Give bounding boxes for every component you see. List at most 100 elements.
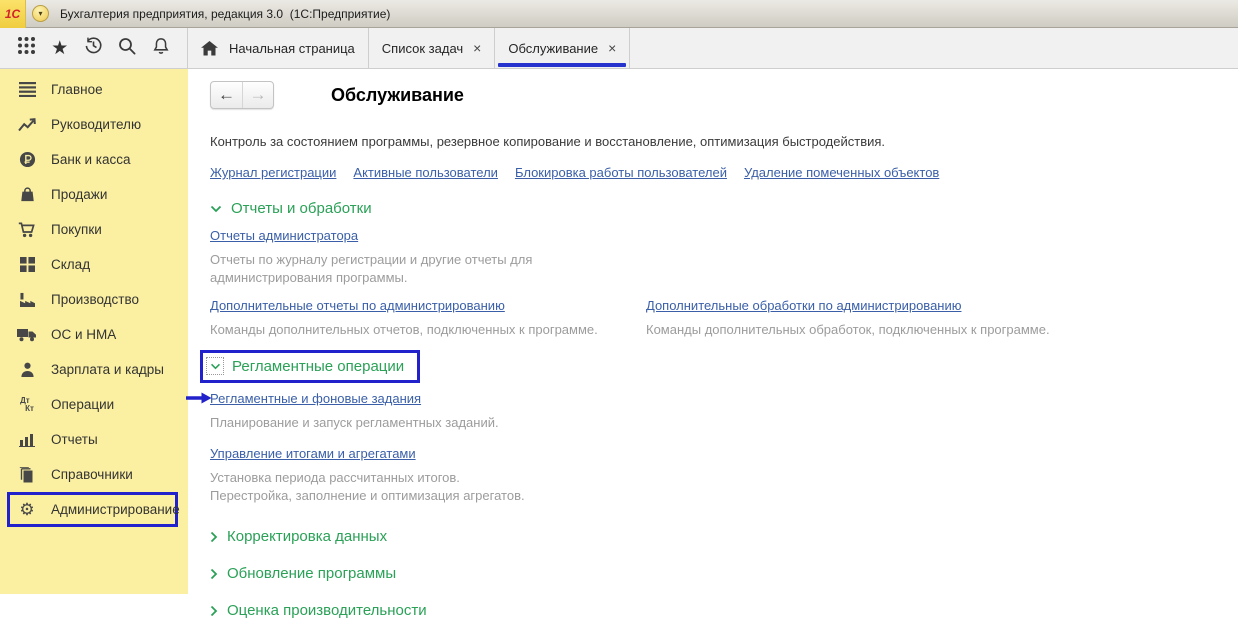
admin-reports-description: Отчеты по журналу регистрации и другие о… [210, 251, 560, 287]
annotation-arrow-icon [186, 391, 212, 410]
sidebar-item-directories[interactable]: Справочники [0, 457, 188, 492]
extra-admin-processors-description: Команды дополнительных обработок, подклю… [646, 321, 1238, 339]
link-totals-aggregates[interactable]: Управление итогами и агрегатами [210, 446, 416, 461]
sidebar-item-label: ОС и НМА [51, 327, 116, 342]
chevron-down-icon [210, 205, 222, 213]
history-nav: ← → [210, 81, 274, 109]
section-performance-evaluation-header[interactable]: Оценка производительности [210, 602, 1238, 619]
link-admin-reports[interactable]: Отчеты администратора [210, 228, 358, 243]
search-button[interactable] [114, 35, 140, 61]
sidebar-item-sales[interactable]: Продажи [0, 177, 188, 212]
gear-icon: ⚙ [16, 501, 38, 518]
link-active-users[interactable]: Активные пользователи [353, 165, 498, 180]
home-icon [201, 41, 218, 56]
boxes-grid-icon [16, 257, 38, 272]
sidebar-item-production[interactable]: Производство [0, 282, 188, 317]
close-tab-icon[interactable]: × [473, 40, 481, 56]
sidebar-item-reports[interactable]: Отчеты [0, 422, 188, 457]
forward-arrow-icon: → [250, 85, 267, 105]
notifications-button[interactable] [148, 35, 174, 61]
sidebar: Главное Руководителю Б [0, 69, 188, 594]
section-scheduled-operations-header-highlight: Регламентные операции [200, 350, 420, 383]
scheduled-jobs-row: Регламентные и фоновые задания [210, 390, 1238, 408]
link-scheduled-background-jobs[interactable]: Регламентные и фоновые задания [210, 391, 421, 406]
ruble-icon [16, 151, 38, 168]
sidebar-item-bank-cash[interactable]: Банк и касса [0, 142, 188, 177]
chevron-down-icon: ▾ [38, 10, 42, 18]
sidebar-item-operations[interactable]: Дт Кт Операции [0, 387, 188, 422]
sidebar-item-manager[interactable]: Руководителю [0, 107, 188, 142]
tab-task-list[interactable]: Список задач × [369, 28, 496, 68]
star-icon: ★ [51, 39, 68, 58]
tab-bar: ★ [0, 28, 1238, 69]
page-title: Обслуживание [331, 85, 464, 106]
top-links-row: Журнал регистрации Активные пользователи… [210, 165, 1238, 180]
back-arrow-icon: ← [218, 85, 235, 105]
factory-icon [16, 292, 38, 307]
main-menu-button[interactable]: ▾ [32, 5, 49, 22]
sidebar-item-label: Зарплата и кадры [51, 362, 164, 377]
sidebar-item-administration[interactable]: ⚙ Администрирование [7, 492, 178, 527]
back-button[interactable]: ← [211, 82, 242, 108]
link-delete-marked-objects[interactable]: Удаление помеченных объектов [744, 165, 939, 180]
close-tab-icon[interactable]: × [608, 40, 616, 56]
scheduled-jobs-description: Планирование и запуск регламентных задан… [210, 414, 1238, 432]
sidebar-item-payroll[interactable]: Зарплата и кадры [0, 352, 188, 387]
bell-icon [151, 36, 171, 61]
extra-admin-reports-description: Команды дополнительных отчетов, подключе… [210, 321, 646, 339]
app-window: 1С ▾ Бухгалтерия предприятия, редакция 3… [0, 0, 1238, 595]
extra-tools-columns: Дополнительные отчеты по администрирован… [210, 297, 1238, 339]
sidebar-item-label: Руководителю [51, 117, 141, 132]
tab-label: Начальная страница [229, 41, 355, 56]
link-event-log[interactable]: Журнал регистрации [210, 165, 336, 180]
forward-button[interactable]: → [242, 82, 273, 108]
link-user-lockout[interactable]: Блокировка работы пользователей [515, 165, 727, 180]
chevron-down-icon [210, 363, 221, 370]
apps-grid-button[interactable] [13, 35, 39, 61]
sidebar-item-warehouse[interactable]: Склад [0, 247, 188, 282]
shopping-bag-icon [16, 186, 38, 203]
hamburger-icon [16, 82, 38, 97]
toolbar: ★ [0, 28, 188, 68]
section-data-correction-header[interactable]: Корректировка данных [210, 528, 1238, 545]
sidebar-item-label: Продажи [51, 187, 107, 202]
link-extra-admin-reports[interactable]: Дополнительные отчеты по администрирован… [210, 298, 505, 313]
section-program-update-header[interactable]: Обновление программы [210, 565, 1238, 582]
totals-description: Установка периода рассчитанных итогов. П… [210, 469, 1238, 505]
kt-label: Кт [25, 404, 34, 413]
totals-description-line1: Установка периода рассчитанных итогов. [210, 469, 1238, 487]
section-title: Корректировка данных [227, 528, 387, 545]
truck-icon [16, 328, 38, 342]
1c-logo: 1С [0, 0, 26, 28]
favorites-button[interactable]: ★ [47, 35, 73, 61]
sidebar-item-label: Производство [51, 292, 139, 307]
sidebar-item-label: Главное [51, 82, 103, 97]
page-description: Контроль за состоянием программы, резерв… [210, 134, 1238, 149]
section-reports-header[interactable]: Отчеты и обработки [210, 200, 1238, 217]
trend-chart-icon [16, 118, 38, 132]
tab-label: Обслуживание [508, 41, 598, 56]
sidebar-item-label: Администрирование [51, 502, 180, 517]
sidebar-item-label: Справочники [51, 467, 133, 482]
section-title: Оценка производительности [227, 602, 427, 619]
grid-dots-icon [17, 36, 36, 60]
sidebar-item-purchases[interactable]: Покупки [0, 212, 188, 247]
sidebar-item-fixed-assets[interactable]: ОС и НМА [0, 317, 188, 352]
section-collapse-toggle[interactable] [206, 357, 224, 375]
sidebar-item-label: Операции [51, 397, 114, 412]
link-extra-admin-processors[interactable]: Дополнительные обработки по администриро… [646, 298, 962, 313]
history-button[interactable] [81, 35, 107, 61]
dt-kt-icon: Дт Кт [16, 397, 38, 413]
sidebar-item-main[interactable]: Главное [0, 72, 188, 107]
section-title: Обновление программы [227, 565, 396, 582]
1c-logo-text: 1С [5, 7, 20, 21]
tab-service[interactable]: Обслуживание × [495, 28, 630, 68]
books-icon [16, 467, 38, 483]
active-tab-underline [498, 63, 626, 67]
tab-home[interactable]: Начальная страница [188, 28, 369, 68]
sidebar-item-label: Покупки [51, 222, 102, 237]
sidebar-item-label: Склад [51, 257, 90, 272]
sidebar-item-label: Отчеты [51, 432, 98, 447]
section-title: Отчеты и обработки [231, 200, 372, 217]
section-title[interactable]: Регламентные операции [232, 358, 404, 375]
